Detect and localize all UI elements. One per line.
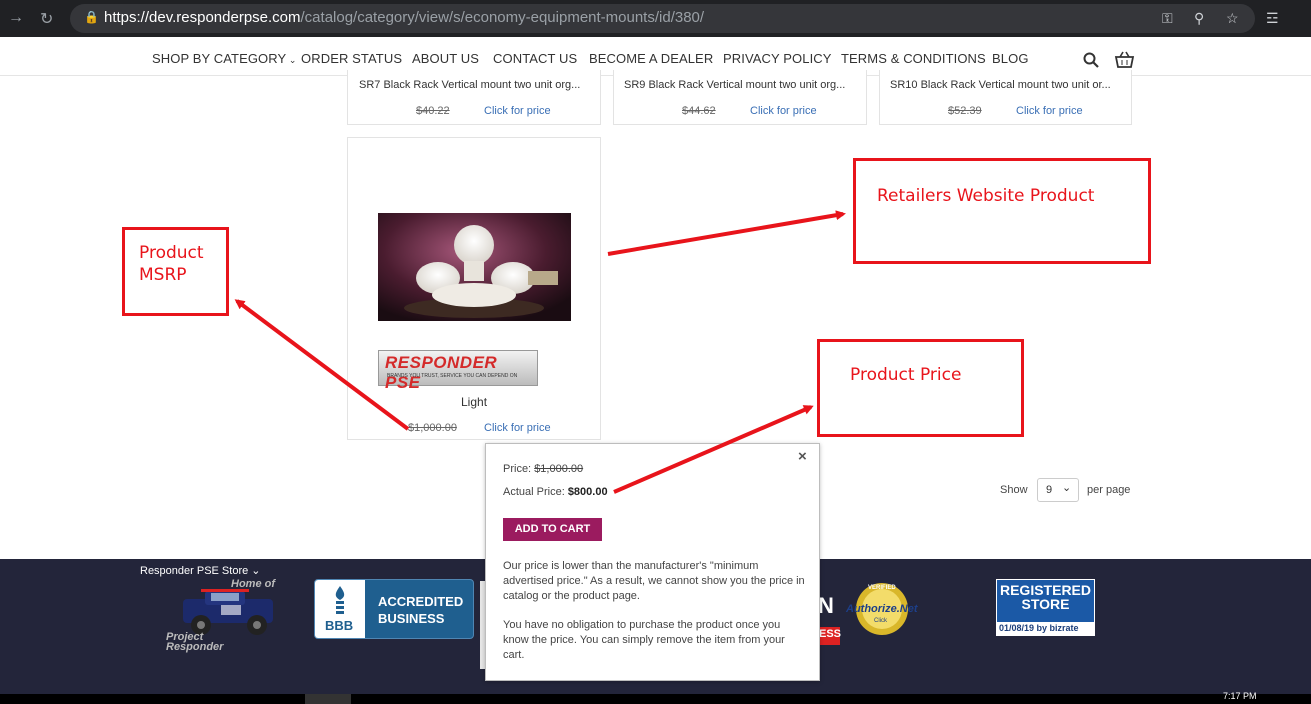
bbb-business-text: BUSINESS bbox=[378, 611, 445, 626]
torch-icon bbox=[335, 586, 345, 614]
annotation-retailer-text: Retailers Website Product bbox=[877, 186, 1095, 206]
taskbar: 7:17 PM bbox=[0, 691, 1311, 704]
annotation-box-retailer: Retailers Website Product bbox=[853, 158, 1151, 264]
lock-icon: 🔒 bbox=[84, 10, 99, 24]
nav-shop-by-category[interactable]: SHOP BY CATEGORY ⌄ bbox=[152, 51, 297, 66]
cart-basket-icon[interactable] bbox=[1114, 50, 1135, 69]
price-popup: × Price: $1,000.00 Actual Price: $800.00… bbox=[485, 443, 820, 681]
popup-price-value: $1,000.00 bbox=[534, 463, 584, 475]
bbb-logo: BBB bbox=[315, 580, 365, 638]
per-page-select[interactable]: 9 ⌄ bbox=[1037, 478, 1079, 502]
per-page-value: 9 bbox=[1046, 484, 1053, 496]
bbb-accredited-text: ACCREDITED bbox=[378, 594, 464, 609]
chevron-down-icon: ⌄ bbox=[251, 565, 261, 577]
click-for-price-link[interactable]: Click for price bbox=[484, 105, 551, 117]
product-name[interactable]: SR9 Black Rack Vertical mount two unit o… bbox=[624, 79, 845, 91]
nav-terms[interactable]: TERMS & CONDITIONS bbox=[841, 51, 986, 66]
nav-contact-us[interactable]: CONTACT US bbox=[493, 51, 577, 66]
product-card-light[interactable]: RESPONDER PSE BRANDS YOU TRUST, SERVICE … bbox=[347, 137, 601, 440]
bbb-accredited-badge[interactable]: BBB ACCREDITED BUSINESS bbox=[314, 579, 474, 639]
nav-privacy-policy[interactable]: PRIVACY POLICY bbox=[723, 51, 832, 66]
product-msrp: $52.39 bbox=[948, 105, 982, 117]
authorize-net-text: Authorize.Net bbox=[846, 603, 918, 615]
click-for-price-link[interactable]: Click for price bbox=[484, 422, 551, 434]
popup-actual-price-line: Actual Price: $800.00 bbox=[503, 486, 608, 498]
click-for-price-link[interactable]: Click for price bbox=[750, 105, 817, 117]
reload-icon[interactable]: ↻ bbox=[40, 9, 53, 29]
store-label: Responder PSE Store bbox=[140, 565, 249, 577]
browser-toolbar: → ↻ 🔒 https://dev.responderpse.com/catal… bbox=[0, 0, 1311, 37]
product-msrp: $44.62 bbox=[682, 105, 716, 117]
close-icon[interactable]: × bbox=[798, 448, 807, 465]
product-msrp: $1,000.00 bbox=[408, 422, 457, 434]
bizrate-registered-store-badge[interactable]: REGISTERED STORE 01/08/19 by bizrate bbox=[996, 579, 1095, 636]
nav-order-status[interactable]: ORDER STATUS bbox=[301, 51, 402, 66]
annotation-box-price: Product Price bbox=[817, 339, 1024, 437]
url-scheme: https:// bbox=[104, 9, 150, 26]
popup-obligation-note: You have no obligation to purchase the p… bbox=[503, 619, 785, 661]
product-name[interactable]: Light bbox=[461, 395, 487, 409]
chevron-down-icon: ⌄ bbox=[286, 55, 297, 65]
click-for-price-link[interactable]: Click for price bbox=[1016, 105, 1083, 117]
taskbar-active-app[interactable] bbox=[305, 694, 351, 704]
product-name[interactable]: SR7 Black Rack Vertical mount two unit o… bbox=[359, 79, 580, 91]
nav-label: SHOP BY CATEGORY bbox=[152, 51, 287, 66]
add-to-cart-button[interactable]: ADD TO CART bbox=[503, 518, 602, 541]
product-card[interactable]: SR9 Black Rack Vertical mount two unit o… bbox=[613, 70, 867, 125]
forward-arrow-icon[interactable]: → bbox=[8, 9, 24, 27]
zoom-icon[interactable]: ⚲ bbox=[1194, 10, 1204, 27]
partial-n-text: N bbox=[818, 593, 834, 618]
star-icon[interactable]: ☆ bbox=[1226, 10, 1239, 27]
nav-become-dealer[interactable]: BECOME A DEALER bbox=[589, 51, 713, 66]
popup-actual-value: $800.00 bbox=[567, 486, 608, 498]
url-text[interactable]: https://dev.responderpse.com/catalog/cat… bbox=[104, 9, 704, 26]
authorize-net-seal[interactable]: VERIFIED Authorize.Net Click bbox=[846, 581, 918, 637]
popup-actual-label: Actual Price: bbox=[503, 486, 565, 498]
annotation-msrp-text: Product MSRP bbox=[139, 243, 204, 285]
product-msrp: $40.22 bbox=[416, 105, 450, 117]
product-card[interactable]: SR7 Black Rack Vertical mount two unit o… bbox=[347, 70, 601, 125]
show-label: Show bbox=[1000, 484, 1028, 496]
partial-badge-right: N ESS bbox=[818, 593, 842, 645]
popup-price-label: Price: bbox=[503, 463, 532, 475]
registered-store-text: REGISTERED STORE bbox=[999, 582, 1091, 612]
store-selector[interactable]: Responder PSE Store ⌄ bbox=[140, 564, 261, 577]
logo-tagline: BRANDS YOU TRUST, SERVICE YOU CAN DEPEND… bbox=[387, 373, 518, 379]
bbb-text: BBB bbox=[325, 618, 354, 633]
key-icon[interactable]: ⚿ bbox=[1162, 10, 1173, 27]
arrow-to-retailer bbox=[607, 210, 846, 256]
partial-ess-text: ESS bbox=[819, 628, 842, 640]
url-host: dev.responderpse.com bbox=[149, 9, 301, 26]
popup-price-line: Price: $1,000.00 bbox=[503, 463, 583, 475]
annotation-box-msrp: Product MSRP bbox=[122, 227, 229, 316]
product-name[interactable]: SR10 Black Rack Vertical mount two unit … bbox=[890, 79, 1111, 91]
project-responder-logo[interactable]: Home of Project Responder bbox=[163, 577, 293, 659]
url-path: /catalog/category/view/s/economy-equipme… bbox=[300, 9, 705, 26]
verified-text: VERIFIED bbox=[868, 585, 896, 591]
taskbar-time: 7:17 PM bbox=[1223, 691, 1257, 701]
nav-about-us[interactable]: ABOUT US bbox=[412, 51, 479, 66]
product-image[interactable] bbox=[378, 213, 571, 321]
nav-blog[interactable]: BLOG bbox=[992, 51, 1029, 66]
authorize-click-text: Click bbox=[874, 618, 887, 624]
search-icon[interactable] bbox=[1083, 52, 1099, 68]
chevron-down-icon: ⌄ bbox=[1062, 482, 1072, 494]
annotation-price-text: Product Price bbox=[850, 365, 962, 385]
product-card[interactable]: SR10 Black Rack Vertical mount two unit … bbox=[879, 70, 1132, 125]
popup-map-explanation: Our price is lower than the manufacturer… bbox=[503, 560, 805, 602]
per-page-label: per page bbox=[1087, 484, 1131, 496]
incognito-icon[interactable]: ☲ bbox=[1266, 10, 1279, 27]
project-responder-text: Project Responder bbox=[166, 631, 224, 653]
responder-pse-logo: RESPONDER PSE BRANDS YOU TRUST, SERVICE … bbox=[378, 350, 538, 392]
bizrate-date-text: 01/08/19 by bizrate bbox=[999, 623, 1079, 633]
